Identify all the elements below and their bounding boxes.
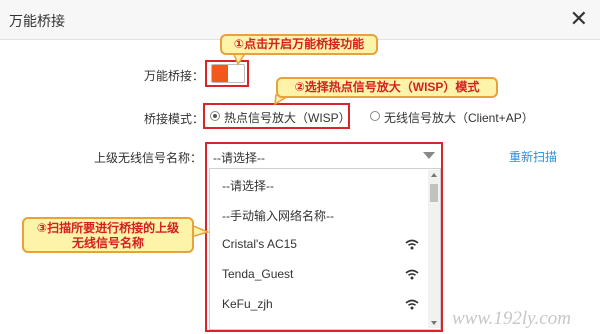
radio-wisp-label: 热点信号放大（WISP） — [224, 111, 351, 125]
radio-wisp[interactable] — [210, 111, 220, 121]
bridge-toggle[interactable] — [211, 64, 245, 83]
toggle-on-indicator — [212, 65, 228, 82]
ssid-highlight — [205, 142, 443, 332]
bridge-label: 万能桥接： — [143, 69, 204, 83]
dialog-title: 万能桥接 — [9, 13, 65, 29]
callout-step1: ①点击开启万能桥接功能 — [220, 34, 378, 55]
radio-client-ap-label: 无线信号放大（Client+AP） — [384, 111, 534, 125]
callout-step3: ③扫描所要进行桥接的上级无线信号名称 — [22, 217, 194, 253]
radio-client-ap[interactable] — [370, 111, 380, 121]
radio-selected-dot — [213, 114, 217, 118]
callout-step2: ②选择热点信号放大（WISP）模式 — [276, 77, 498, 98]
ssid-label: 上级无线信号名称： — [93, 151, 202, 165]
rescan-link[interactable]: 重新扫描 — [509, 148, 557, 165]
watermark: www.192ly.com — [452, 308, 571, 329]
close-icon[interactable]: ✕ — [570, 8, 588, 30]
mode-label: 桥接模式： — [143, 112, 204, 126]
